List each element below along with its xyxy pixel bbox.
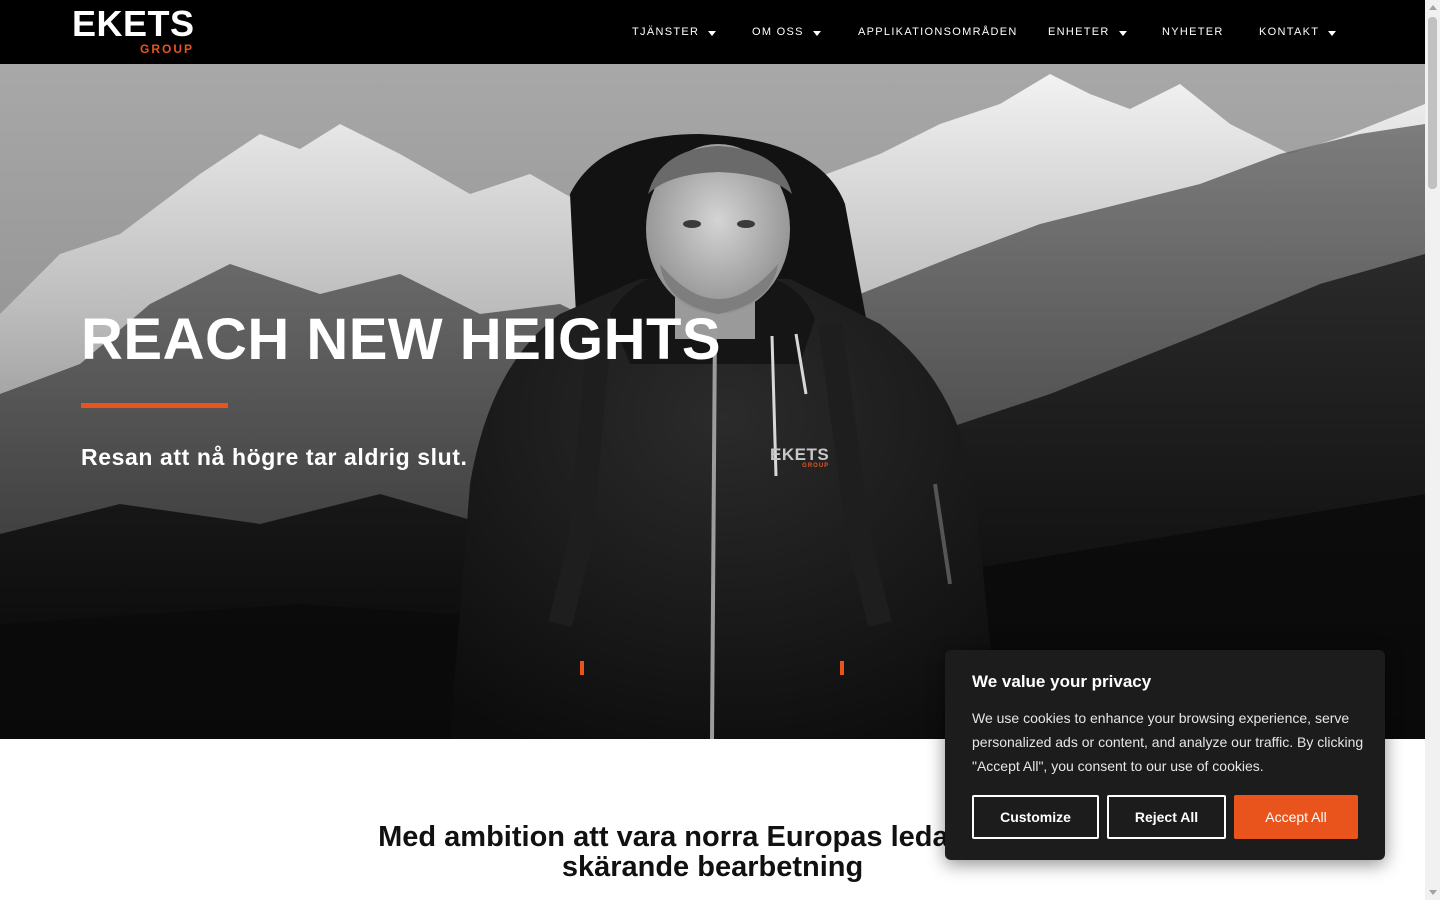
cookie-title: We value your privacy <box>972 672 1152 691</box>
jacket-logo-word: EKETS <box>770 445 830 464</box>
scroll-up-arrow-icon[interactable] <box>1429 5 1437 10</box>
scroll-down-arrow-icon[interactable] <box>1429 890 1437 895</box>
nav-item-applikationsomraden[interactable]: APPLIKATIONSOMRÅDEN <box>858 22 1018 42</box>
site-header: EKETS GROUP TJÄNSTER OM OSS APPLIKATIONS… <box>0 0 1425 64</box>
nav-label: OM OSS <box>752 26 804 38</box>
hero-title: REACH NEW HEIGHTS <box>81 307 722 372</box>
hero-banner: EKETS GROUP REACH NEW HEIGHTS Resan att … <box>0 64 1425 739</box>
page-scrollbar[interactable] <box>1425 0 1440 900</box>
nav-item-kontakt[interactable]: KONTAKT <box>1259 22 1337 42</box>
main-navigation: TJÄNSTER OM OSS APPLIKATIONSOMRÅDEN ENHE… <box>0 0 1425 64</box>
nav-label: KONTAKT <box>1259 26 1320 38</box>
caret-down-icon <box>1118 30 1127 36</box>
nav-label: NYHETER <box>1162 26 1224 38</box>
customize-button[interactable]: Customize <box>972 795 1099 839</box>
accept-all-button[interactable]: Accept All <box>1234 795 1358 839</box>
reject-all-button[interactable]: Reject All <box>1107 795 1226 839</box>
scrollbar-thumb[interactable] <box>1428 17 1437 189</box>
jacket-logo: EKETS GROUP <box>770 445 829 469</box>
hero-subtitle: Resan att nå högre tar aldrig slut. <box>81 444 468 470</box>
nav-label: ENHETER <box>1048 26 1110 38</box>
nav-item-nyheter[interactable]: NYHETER <box>1162 22 1224 42</box>
nav-label: APPLIKATIONSOMRÅDEN <box>858 26 1018 38</box>
nav-item-tjanster[interactable]: TJÄNSTER <box>632 22 717 42</box>
nav-label: TJÄNSTER <box>632 26 700 38</box>
caret-down-icon <box>708 30 717 36</box>
nav-item-enheter[interactable]: ENHETER <box>1048 22 1127 42</box>
caret-down-icon <box>812 30 821 36</box>
nav-item-om-oss[interactable]: OM OSS <box>752 22 821 42</box>
cookie-description: We use cookies to enhance your browsing … <box>972 710 1364 774</box>
caret-down-icon <box>1328 30 1337 36</box>
cookie-consent-banner: We value your privacy We use cookies to … <box>945 650 1385 860</box>
mountain-backdrop-image <box>0 64 1425 739</box>
hero-accent-divider <box>81 403 228 408</box>
